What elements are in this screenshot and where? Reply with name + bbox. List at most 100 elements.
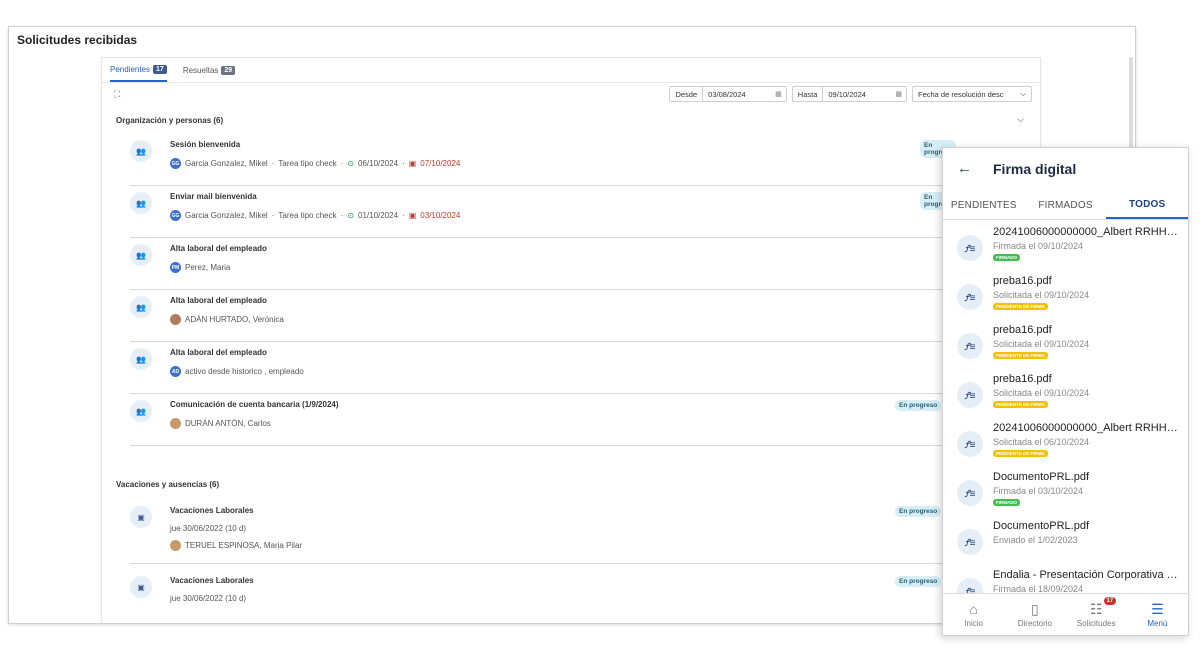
signature-icon: Ꝭ≡ xyxy=(957,284,983,310)
mobile-title: Firma digital xyxy=(993,161,1077,177)
sort-value: Fecha de resolución desc xyxy=(918,89,1004,99)
separator: · xyxy=(402,211,405,220)
doc-date: Solicitada el 09/10/2024 xyxy=(993,388,1090,398)
requests-panel: Pendientes 17 Resueltas 29 ⛶ Desde 03/08… xyxy=(101,57,1041,623)
nav-solicitudes[interactable]: ☷ 17 Solicitudes xyxy=(1066,594,1127,635)
tab-todos[interactable]: TODOS xyxy=(1106,192,1188,219)
avatar-photo xyxy=(170,540,181,551)
list-item[interactable]: 👥 Sesión bienvenida GG Garcia Gonzalez, … xyxy=(130,134,957,186)
hasta-filter[interactable]: Hasta 09/10/2024 ▦ xyxy=(791,86,907,102)
doc-date: Firmada el 03/10/2024 xyxy=(993,486,1084,496)
document-item[interactable]: Ꝭ≡ 20241006000000000_Albert RRHH ... Sol… xyxy=(943,417,1188,466)
desde-input[interactable]: 03/08/2024 xyxy=(703,90,771,99)
count-badge: 29 xyxy=(221,65,236,75)
desde-filter[interactable]: Desde 03/08/2024 ▦ xyxy=(669,86,787,102)
doc-date: Enviado el 1/02/2023 xyxy=(993,535,1078,545)
sort-select[interactable]: Fecha de resolución desc ⌵ xyxy=(912,86,1032,102)
calendar-icon: ▣ xyxy=(130,576,152,598)
mobile-header: ← Firma digital xyxy=(943,148,1188,192)
item-title: Vacaciones Laborales xyxy=(170,576,254,585)
doc-name: DocumentoPRL.pdf xyxy=(993,520,1089,532)
separator: · xyxy=(340,159,344,168)
back-arrow-icon[interactable]: ← xyxy=(957,160,972,177)
people-icon: 👥 xyxy=(130,192,152,214)
avatar: GG xyxy=(170,210,181,221)
person-name: Garcia Gonzalez, Mikel xyxy=(185,159,268,168)
tab-firmados[interactable]: FIRMADOS xyxy=(1025,192,1107,219)
item-title: Alta laboral del empleado xyxy=(170,296,267,305)
calendar-icon[interactable]: ▦ xyxy=(771,90,786,98)
document-item[interactable]: Ꝭ≡ Endalia - Presentación Corporativa 2.… xyxy=(943,564,1188,595)
tab-pendientes[interactable]: Pendientes 17 xyxy=(110,58,167,82)
item-meta: DURÁN ANTÓN, Carlos xyxy=(170,418,271,429)
person-name: DURÁN ANTÓN, Carlos xyxy=(185,419,271,428)
document-item[interactable]: Ꝭ≡ preba16.pdf Solicitada el 09/10/2024 … xyxy=(943,270,1188,319)
signature-icon: Ꝭ≡ xyxy=(957,382,983,408)
bottom-nav: ⌂ Inicio ▯ Directorio ☷ 17 Solicitudes ☰… xyxy=(943,593,1188,635)
status-badge: FIRMADO xyxy=(993,254,1020,261)
list-item[interactable]: 👥 Comunicación de cuenta bancaria (1/9/2… xyxy=(130,394,950,446)
expand-icon[interactable]: ⛶ xyxy=(114,89,124,99)
tab-pendientes[interactable]: PENDIENTES xyxy=(943,192,1025,219)
task-type: Tarea tipo check xyxy=(278,159,337,168)
status-badge: En progreso xyxy=(895,506,942,517)
item-date: jue 30/06/2022 (10 d) xyxy=(170,594,247,603)
due-date: 03/10/2024 xyxy=(420,211,461,220)
nav-label: Menú xyxy=(1147,618,1168,628)
signature-icon: Ꝭ≡ xyxy=(957,529,983,555)
item-meta: ADÁN HURTADO, Verónica xyxy=(170,314,284,325)
nav-menu[interactable]: ☰ Menú xyxy=(1127,594,1188,635)
document-item[interactable]: Ꝭ≡ DocumentoPRL.pdf Firmada el 03/10/202… xyxy=(943,466,1188,515)
list-item[interactable]: 👥 Enviar mail bienvenida GG Garcia Gonza… xyxy=(130,186,957,238)
item-date: jue 30/06/2022 (10 d) xyxy=(170,524,247,533)
person-name: Perez, Maria xyxy=(185,263,231,272)
status-badge: En progreso xyxy=(895,400,942,411)
desde-label: Desde xyxy=(670,87,704,101)
section-title-vac: Vacaciones y ausencias (6) xyxy=(116,480,220,489)
menu-icon: ☰ xyxy=(1151,600,1164,617)
list-item[interactable]: 👥 Alta laboral del empleado ADÁN HURTADO… xyxy=(130,290,950,342)
status-badge: En progreso xyxy=(895,576,942,587)
avatar: PM xyxy=(170,262,181,273)
page-title: Solicitudes recibidas xyxy=(17,33,138,47)
mobile-window: ← Firma digital PENDIENTES FIRMADOS TODO… xyxy=(942,147,1189,636)
filter-bar: Desde 03/08/2024 ▦ Hasta 09/10/2024 ▦ Fe… xyxy=(669,86,1032,102)
people-icon: 👥 xyxy=(130,348,152,370)
people-icon: 👥 xyxy=(130,244,152,266)
item-title: Comunicación de cuenta bancaria (1/9/202… xyxy=(170,400,339,409)
list-item[interactable]: ▣ Vacaciones Laborales jue 30/06/2022 (1… xyxy=(130,500,950,564)
start-icon: ⊙ xyxy=(347,211,355,220)
item-meta: AD activo desde historico , empleado xyxy=(170,366,304,377)
avatar-photo xyxy=(170,418,181,429)
signature-icon: Ꝭ≡ xyxy=(957,480,983,506)
status-badge: PENDIENTE DE FIRMA xyxy=(993,352,1048,359)
calendar-icon[interactable]: ▦ xyxy=(891,90,906,98)
start-date: 06/10/2024 xyxy=(358,159,399,168)
nav-directorio[interactable]: ▯ Directorio xyxy=(1004,594,1065,635)
list-item[interactable]: 👥 Alta laboral del empleado AD activo de… xyxy=(130,342,950,394)
document-item[interactable]: Ꝭ≡ 20241006000000000_Albert RRHH ... Fir… xyxy=(943,221,1188,270)
nav-inicio[interactable]: ⌂ Inicio xyxy=(943,594,1004,635)
avatar: GG xyxy=(170,158,181,169)
separator: · xyxy=(340,211,344,220)
hasta-input[interactable]: 09/10/2024 xyxy=(823,90,891,99)
document-list: Ꝭ≡ 20241006000000000_Albert RRHH ... Fir… xyxy=(943,221,1188,595)
doc-name: DocumentoPRL.pdf xyxy=(993,471,1089,483)
separator: · xyxy=(271,211,275,220)
list-item[interactable]: ▣ Vacaciones Laborales jue 30/06/2022 (1… xyxy=(130,570,950,623)
document-item[interactable]: Ꝭ≡ DocumentoPRL.pdf Enviado el 1/02/2023 xyxy=(943,515,1188,564)
doc-name: preba16.pdf xyxy=(993,275,1052,287)
nav-label: Inicio xyxy=(964,618,983,628)
tab-label: Pendientes xyxy=(110,64,151,74)
document-item[interactable]: Ꝭ≡ preba16.pdf Solicitada el 09/10/2024 … xyxy=(943,368,1188,417)
avatar-photo xyxy=(170,314,181,325)
start-icon: ⊙ xyxy=(347,159,355,168)
chevron-down-icon[interactable]: ⌵ xyxy=(1017,114,1024,125)
signature-icon: Ꝭ≡ xyxy=(957,235,983,261)
item-title: Alta laboral del empleado xyxy=(170,244,267,253)
doc-date: Firmada el 09/10/2024 xyxy=(993,241,1084,251)
list-item[interactable]: 👥 Alta laboral del empleado PM Perez, Ma… xyxy=(130,238,950,290)
tab-resueltas[interactable]: Resueltas 29 xyxy=(183,58,236,82)
section-title-org: Organización y personas (6) xyxy=(116,116,224,125)
document-item[interactable]: Ꝭ≡ preba16.pdf Solicitada el 09/10/2024 … xyxy=(943,319,1188,368)
